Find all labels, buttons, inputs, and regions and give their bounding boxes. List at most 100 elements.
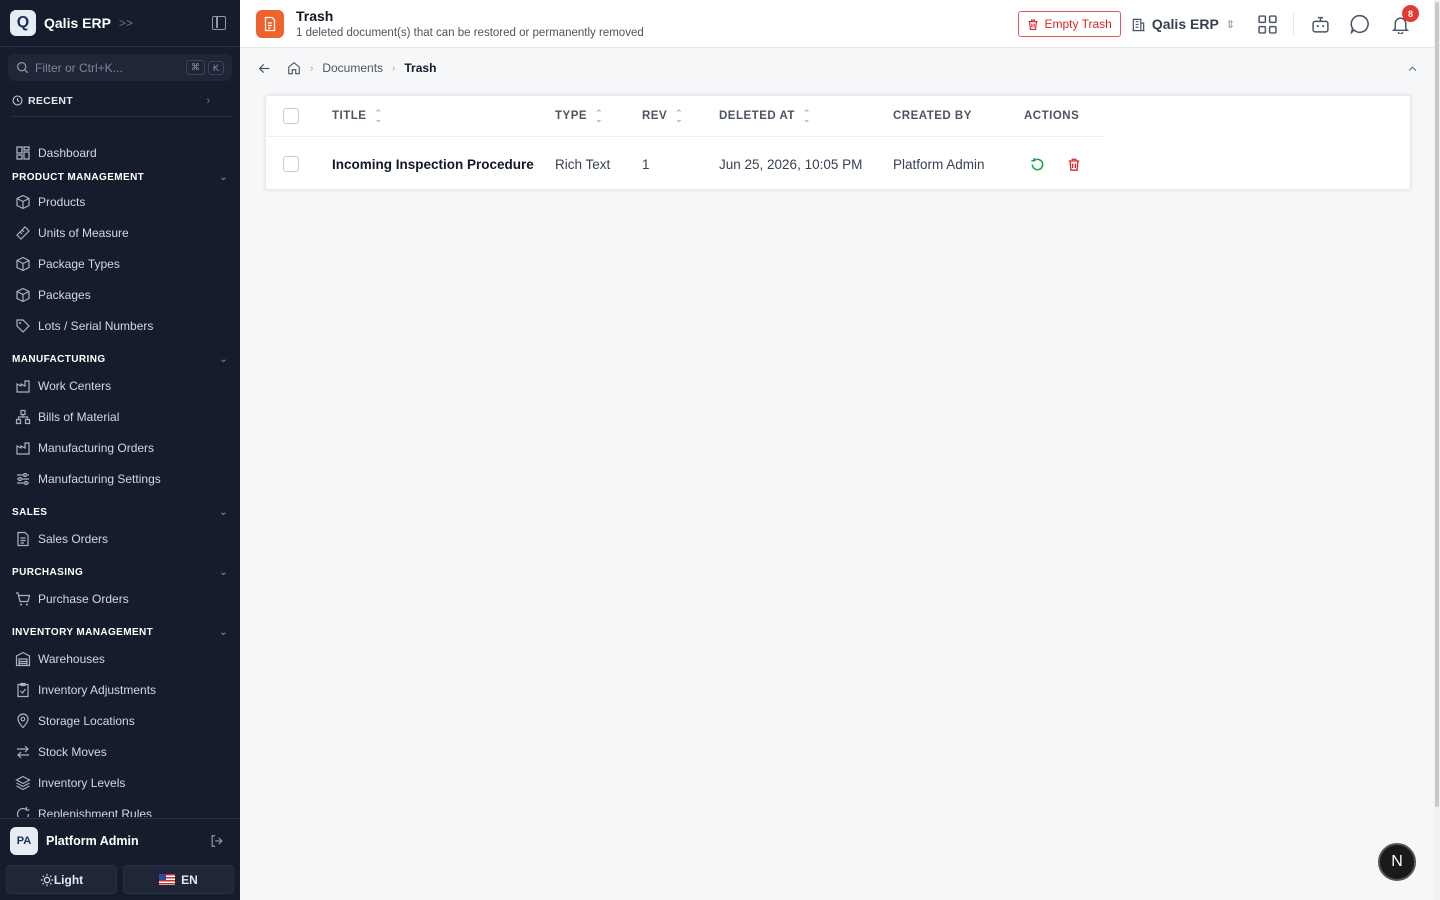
theme-toggle-button[interactable]: Light	[6, 865, 117, 894]
sidebar-item-label: Inventory Adjustments	[38, 682, 157, 697]
column-type[interactable]: TYPE ⌃ ⌄	[555, 108, 604, 124]
sidebar-item-manufacturing-orders[interactable]: Manufacturing Orders	[0, 432, 240, 463]
factory-icon	[16, 379, 30, 393]
chevron-down-icon: ⌄	[219, 626, 228, 638]
section-title: INVENTORY MANAGEMENT	[12, 626, 154, 638]
delete-permanently-button[interactable]	[1067, 157, 1081, 172]
assistant-button[interactable]	[1310, 14, 1330, 34]
section-sales[interactable]: SALES ⌄	[0, 501, 240, 523]
sidebar-item-label: Sales Orders	[38, 531, 109, 546]
row-checkbox[interactable]	[283, 156, 299, 172]
section-title: MANUFACTURING	[12, 353, 106, 365]
cell-created-by: Platform Admin	[893, 156, 985, 172]
package-icon	[16, 287, 30, 302]
restore-icon	[1031, 157, 1044, 170]
kbd-k: K	[207, 60, 224, 75]
breadcrumb-documents[interactable]: Documents	[322, 61, 383, 75]
chevron-right-icon: ›	[206, 94, 210, 107]
sidebar-item-units-of-measure[interactable]: Units of Measure	[0, 217, 240, 248]
sidebar-item-products[interactable]: Products	[0, 186, 240, 217]
sidebar-nav: Dashboard PRODUCT MANAGEMENT ⌄ Products …	[0, 137, 240, 817]
select-all-checkbox[interactable]	[283, 108, 299, 124]
layers-icon	[15, 775, 31, 790]
cell-type: Rich Text	[555, 156, 611, 172]
hierarchy-icon	[15, 409, 31, 424]
clipboard-check-icon	[17, 682, 29, 697]
section-inventory-management[interactable]: INVENTORY MANAGEMENT ⌄	[0, 621, 240, 643]
chevron-down-icon: ⌄	[219, 353, 228, 365]
app-logo[interactable]: Q	[10, 10, 36, 36]
dashboard-icon	[16, 145, 30, 160]
table-row[interactable]: Incoming Inspection Procedure Rich Text …	[266, 138, 1104, 190]
section-purchasing[interactable]: PURCHASING ⌄	[0, 561, 240, 583]
chevron-down-icon: ⌄	[219, 506, 228, 518]
search-icon	[16, 61, 29, 74]
sidebar-item-label: Bills of Material	[38, 409, 120, 424]
sidebar-item-label: Replenishment Rules	[38, 806, 153, 818]
sidebar-item-dashboard[interactable]: Dashboard	[0, 137, 240, 168]
trash-icon	[1028, 18, 1037, 30]
section-product-management[interactable]: PRODUCT MANAGEMENT ⌄	[0, 168, 240, 186]
sidebar-item-manufacturing-settings[interactable]: Manufacturing Settings	[0, 463, 240, 494]
sidebar-collapse-icon[interactable]	[212, 16, 226, 30]
sun-icon	[40, 873, 53, 886]
sidebar-item-inventory-levels[interactable]: Inventory Levels	[0, 767, 240, 798]
column-rev[interactable]: REV ⌃ ⌄	[642, 108, 684, 124]
scrollbar-thumb[interactable]	[1435, 2, 1439, 807]
company-switcher[interactable]: Qalis ERP ⇕	[1131, 16, 1235, 32]
sidebar-item-package-types[interactable]: Package Types	[0, 248, 240, 279]
sort-icon: ⌃ ⌄	[595, 108, 604, 124]
sidebar-item-packages[interactable]: Packages	[0, 279, 240, 310]
us-flag-icon	[159, 874, 176, 885]
package-icon	[16, 256, 30, 271]
sidebar-item-label: Purchase Orders	[38, 591, 129, 606]
notifications-button[interactable]: 8	[1390, 5, 1419, 34]
apps-grid-button[interactable]	[1257, 14, 1277, 34]
sidebar-item-label: Inventory Levels	[38, 775, 126, 790]
sidebar-item-purchase-orders[interactable]: Purchase Orders	[0, 583, 240, 614]
box-icon	[16, 194, 30, 209]
sidebar-item-stock-moves[interactable]: Stock Moves	[0, 736, 240, 767]
avatar: PA	[10, 826, 38, 855]
breadcrumb-separator: ›	[310, 62, 314, 74]
home-icon[interactable]	[287, 61, 301, 75]
grid-icon	[1257, 14, 1277, 34]
language-button[interactable]: EN	[123, 865, 234, 894]
kbd-cmd: ⌘	[185, 60, 205, 75]
table-header: TITLE ⌃ ⌄ TYPE ⌃ ⌄ REV ⌃ ⌄ DELETED AT ⌃ ⌄ CREATE…	[266, 96, 1104, 137]
logout-icon[interactable]	[210, 834, 224, 848]
sidebar-item-sales-orders[interactable]: Sales Orders	[0, 523, 240, 554]
chevron-up-icon[interactable]	[1407, 63, 1418, 74]
sidebar-item-replenishment-rules[interactable]: Replenishment Rules	[0, 798, 240, 817]
warehouse-icon	[15, 651, 31, 666]
sidebar-item-inventory-adjustments[interactable]: Inventory Adjustments	[0, 674, 240, 705]
cell-deleted-at: Jun 25, 2026, 10:05 PM	[719, 156, 863, 172]
chevron-right-icon[interactable]: >>	[119, 16, 133, 30]
restore-button[interactable]	[1030, 157, 1045, 172]
recent-toggle[interactable]: RECENT ›	[12, 87, 232, 117]
empty-trash-button[interactable]: Empty Trash	[1017, 11, 1121, 37]
sidebar-filter-input[interactable]: Filter or Ctrl+K... ⌘ K	[8, 54, 232, 81]
chevron-down-icon: ⌄	[219, 171, 228, 183]
sidebar-item-bills-of-material[interactable]: Bills of Material	[0, 401, 240, 432]
floating-action-button[interactable]: N	[1378, 843, 1416, 881]
chat-button[interactable]	[1350, 14, 1370, 34]
app-name[interactable]: Qalis ERP	[44, 15, 111, 31]
column-deleted-at[interactable]: DELETED AT ⌃ ⌄	[719, 109, 811, 124]
document-icon	[17, 531, 29, 546]
page-title: Trash	[296, 8, 334, 24]
sidebar-item-warehouses[interactable]: Warehouses	[0, 643, 240, 674]
section-manufacturing[interactable]: MANUFACTURING ⌄	[0, 348, 240, 370]
column-title[interactable]: TITLE ⌃ ⌄	[332, 109, 383, 124]
sidebar-item-work-centers[interactable]: Work Centers	[0, 370, 240, 401]
sort-icon: ⌃ ⌄	[675, 108, 684, 124]
section-title: PURCHASING	[12, 566, 84, 578]
arrow-left-icon[interactable]	[258, 62, 271, 75]
cell-rev: 1	[642, 156, 650, 172]
sidebar-item-lots-serial-numbers[interactable]: Lots / Serial Numbers	[0, 310, 240, 341]
sidebar-item-storage-locations[interactable]: Storage Locations	[0, 705, 240, 736]
sidebar-item-label: Lots / Serial Numbers	[38, 318, 154, 333]
sidebar-user[interactable]: PA Platform Admin	[0, 818, 240, 862]
section-title: SALES	[12, 506, 48, 518]
page-scrollbar[interactable]	[1434, 0, 1440, 900]
